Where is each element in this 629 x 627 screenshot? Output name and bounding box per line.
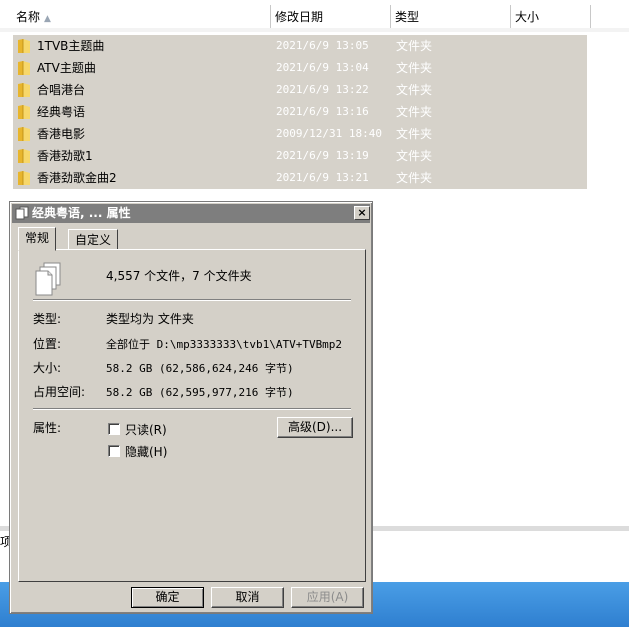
column-date-label: 修改日期 — [275, 10, 324, 24]
file-type: 文件夹 — [396, 171, 433, 185]
file-date: 2009/12/31 18:40 — [276, 127, 382, 140]
dialog-title: 经典粤语, ... 属性 — [32, 206, 131, 220]
cancel-button[interactable]: 取消 — [211, 587, 284, 608]
tab-custom[interactable]: 自定义 — [68, 229, 119, 250]
hidden-checkbox[interactable] — [108, 445, 120, 457]
column-type-label: 类型 — [395, 10, 420, 24]
file-type: 文件夹 — [396, 127, 433, 141]
general-tab-panel: 4,557 个文件，7 个文件夹 类型: 类型均为 文件夹 位置: 全部位于 D… — [18, 249, 366, 582]
attributes-label: 属性: — [33, 421, 62, 435]
hidden-label: 隐藏(H) — [125, 445, 168, 459]
header-divider — [0, 28, 629, 32]
file-row[interactable]: 经典粤语 2021/6/9 13:16 文件夹 — [13, 101, 587, 123]
column-header-type[interactable]: 类型 — [391, 5, 511, 28]
file-name: 香港电影 — [37, 127, 86, 141]
file-name: 1TVB主题曲 — [37, 39, 105, 53]
file-row[interactable]: 香港电影 2009/12/31 18:40 文件夹 — [13, 123, 587, 145]
file-type: 文件夹 — [396, 149, 433, 163]
file-name: 经典粤语 — [37, 105, 86, 119]
file-row[interactable]: 合唱港台 2021/6/9 13:22 文件夹 — [13, 79, 587, 101]
folder-icon — [18, 149, 30, 163]
file-date: 2021/6/9 13:22 — [276, 83, 369, 96]
file-type: 文件夹 — [396, 83, 433, 97]
dialog-titlebar[interactable]: 经典粤语, ... 属性 × — [12, 204, 370, 223]
tab-general[interactable]: 常规 — [18, 227, 57, 251]
size-label: 大小: — [33, 361, 62, 375]
multiple-files-icon — [15, 206, 29, 220]
type-value: 类型均为 文件夹 — [106, 312, 194, 326]
close-button[interactable]: × — [354, 206, 370, 220]
properties-dialog: 经典粤语, ... 属性 × 常规 自定义 4,557 个文件，7 个文件夹 类… — [9, 201, 373, 614]
column-name-label: 名称 — [16, 10, 41, 24]
file-date: 2021/6/9 13:04 — [276, 61, 369, 74]
location-value: 全部位于 D:\mp3333333\tvb1\ATV+TVBmp2 — [106, 338, 343, 351]
ok-button[interactable]: 确定 — [131, 587, 204, 608]
file-row[interactable]: 香港劲歌金曲2 2021/6/9 13:21 文件夹 — [13, 167, 587, 189]
file-type: 文件夹 — [396, 105, 433, 119]
file-type: 文件夹 — [396, 61, 433, 75]
file-date: 2021/6/9 13:05 — [276, 39, 369, 52]
sort-ascending-icon: ▲ — [44, 14, 51, 24]
folder-icon — [18, 83, 30, 97]
file-name: 合唱港台 — [37, 83, 86, 97]
separator — [33, 408, 351, 410]
file-type: 文件夹 — [396, 39, 433, 53]
column-header-name[interactable]: 名称 ▲ — [0, 5, 271, 28]
size-on-disk-label: 占用空间: — [33, 385, 86, 399]
folder-icon — [18, 61, 30, 75]
file-count-summary: 4,557 个文件，7 个文件夹 — [106, 269, 252, 283]
file-date: 2021/6/9 13:21 — [276, 171, 369, 184]
separator — [33, 299, 351, 301]
size-value: 58.2 GB (62,586,624,246 字节) — [106, 362, 294, 375]
file-row[interactable]: ATV主题曲 2021/6/9 13:04 文件夹 — [13, 57, 587, 79]
column-size-label: 大小 — [515, 10, 540, 24]
multiple-files-icon — [35, 262, 61, 296]
file-name: 香港劲歌1 — [37, 149, 93, 163]
folder-icon — [18, 171, 30, 185]
location-label: 位置: — [33, 337, 62, 351]
column-header-bar: 名称 ▲ 修改日期 类型 大小 — [0, 5, 629, 29]
column-header-date[interactable]: 修改日期 — [271, 5, 391, 28]
folder-icon — [18, 127, 30, 141]
file-list: 1TVB主题曲 2021/6/9 13:05 文件夹 ATV主题曲 2021/6… — [13, 35, 587, 189]
size-on-disk-value: 58.2 GB (62,595,977,216 字节) — [106, 386, 294, 399]
apply-button[interactable]: 应用(A) — [291, 587, 364, 608]
folder-icon — [18, 39, 30, 53]
file-name: 香港劲歌金曲2 — [37, 171, 117, 185]
file-name: ATV主题曲 — [37, 61, 96, 75]
file-date: 2021/6/9 13:19 — [276, 149, 369, 162]
type-label: 类型: — [33, 312, 62, 326]
file-row[interactable]: 香港劲歌1 2021/6/9 13:19 文件夹 — [13, 145, 587, 167]
readonly-label: 只读(R) — [125, 423, 167, 437]
advanced-button[interactable]: 高级(D)... — [277, 417, 353, 438]
column-header-size[interactable]: 大小 — [511, 5, 591, 28]
readonly-checkbox[interactable] — [108, 423, 120, 435]
file-date: 2021/6/9 13:16 — [276, 105, 369, 118]
file-row[interactable]: 1TVB主题曲 2021/6/9 13:05 文件夹 — [13, 35, 587, 57]
folder-icon — [18, 105, 30, 119]
